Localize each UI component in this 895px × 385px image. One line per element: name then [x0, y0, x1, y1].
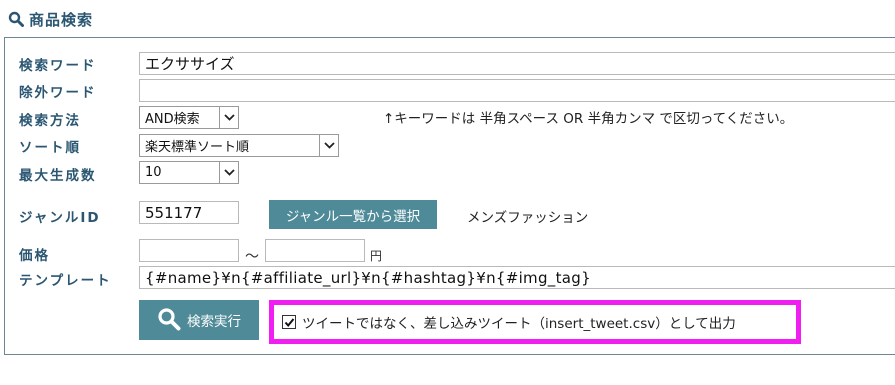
- sort-label: ソート順: [19, 140, 81, 156]
- search-button[interactable]: 検索実行: [139, 300, 259, 340]
- insert-tweet-option: ツイートではなく、差し込みツイート（insert_tweet.csv）として出力: [269, 300, 801, 344]
- insert-tweet-checkbox[interactable]: [282, 315, 296, 329]
- checkmark-icon: [284, 317, 294, 327]
- sort-select[interactable]: 楽天標準ソート順: [139, 134, 339, 157]
- search-icon: [8, 11, 24, 27]
- price-range-separator: ～: [245, 249, 259, 265]
- max-count-label: 最大生成数: [19, 168, 97, 184]
- price-min-input[interactable]: [139, 239, 239, 262]
- keyword-input[interactable]: [139, 52, 895, 75]
- method-select[interactable]: AND検索: [139, 106, 239, 129]
- template-label: テンプレート: [19, 273, 112, 289]
- template-input[interactable]: [139, 266, 895, 289]
- genre-id-label: ジャンルID: [19, 210, 101, 226]
- search-form-panel: 検索ワード 除外ワード 検索方法 AND検索 ↑キーワードは 半角スペース OR…: [4, 37, 895, 355]
- genre-name: メンズファッション: [467, 210, 589, 226]
- chevron-down-icon: [219, 107, 238, 128]
- exclude-label: 除外ワード: [19, 85, 97, 101]
- keyword-label: 検索ワード: [19, 58, 97, 74]
- keyword-separator-note: ↑キーワードは 半角スペース OR 半角カンマ で区切ってください。: [383, 111, 794, 127]
- section-header: 商品検索: [8, 8, 93, 30]
- price-label: 価格: [19, 248, 50, 264]
- sort-select-value: 楽天標準ソート順: [145, 140, 250, 155]
- genre-id-input[interactable]: [139, 201, 239, 224]
- chevron-down-icon: [219, 162, 238, 183]
- price-max-input[interactable]: [265, 239, 365, 262]
- chevron-down-icon: [319, 135, 338, 156]
- search-icon: [157, 307, 181, 334]
- method-label: 検索方法: [19, 113, 81, 129]
- genre-list-button[interactable]: ジャンル一覧から選択: [269, 200, 437, 229]
- max-count-select[interactable]: 10: [139, 161, 239, 184]
- method-select-value: AND検索: [145, 112, 200, 127]
- page-title: 商品検索: [29, 10, 94, 29]
- search-button-label: 検索実行: [187, 314, 241, 329]
- price-unit: 円: [370, 249, 383, 263]
- exclude-input[interactable]: [139, 79, 895, 102]
- insert-tweet-label[interactable]: ツイートではなく、差し込みツイート（insert_tweet.csv）として出力: [302, 312, 736, 332]
- max-count-select-value: 10: [145, 165, 162, 180]
